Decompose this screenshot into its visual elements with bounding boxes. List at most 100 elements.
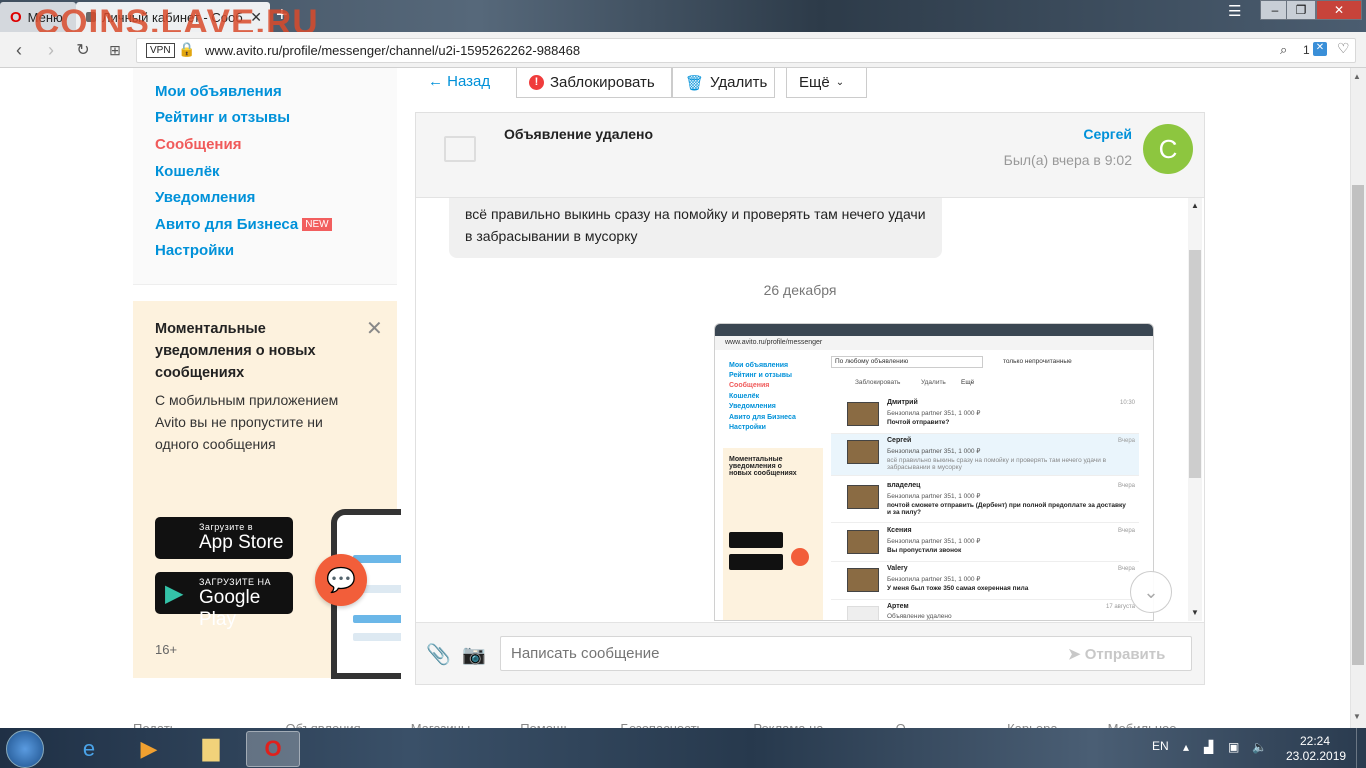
footer-link[interactable]: Безопасность [620, 721, 703, 728]
sidebar-item-business[interactable]: Авито для Бизнеса NEW [155, 216, 332, 233]
preview-appstore [729, 532, 783, 548]
clock[interactable]: 22:24 23.02.2019 [1286, 734, 1346, 764]
tray-arrow-icon[interactable]: ▴ [1183, 740, 1189, 754]
adblock-icon[interactable]: ✕ [1313, 42, 1327, 56]
preview-row-line1: Бензопила partner 351, 1 000 ₽ [887, 448, 981, 455]
chat-scroll-up-icon[interactable]: ▲ [1191, 201, 1199, 210]
preview-row-line2: всё правильно выкинь сразу на помойку и … [887, 457, 1107, 471]
preview-thumb [847, 606, 879, 620]
delete-button[interactable]: 🗑 Удалить [672, 68, 775, 98]
promo-text: С мобильным приложением Avito вы не проп… [155, 392, 339, 452]
send-icon: ➤ [1068, 646, 1081, 663]
preview-row-line2: Почтой отправите? [887, 419, 950, 426]
sidebar-item-settings[interactable]: Настройки [155, 242, 234, 259]
preview-row-line1: Бензопила partner 351, 1 000 ₽ [887, 410, 981, 417]
sidebar-item-messages[interactable]: Сообщения [155, 136, 241, 153]
preview-row-time: Вчера [1118, 438, 1135, 444]
message-bubble: всё правильно выкинь сразу на помойку и … [449, 198, 942, 258]
preview-row-line1: Бензопила partner 351, 1 000 ₽ [887, 538, 981, 545]
item-placeholder-icon [444, 136, 476, 162]
promo-title: Моментальные уведомления о новых сообщен… [155, 321, 316, 381]
googleplay-button[interactable]: ▶ ЗАГРУЗИТЕ НА Google Play [155, 572, 293, 630]
preview-row-line1: Бензопила partner 351, 1 000 ₽ [887, 576, 981, 583]
page-scroll-thumb[interactable] [1352, 185, 1364, 665]
footer-link[interactable]: Мобильное приложение [1108, 721, 1233, 728]
forward-nav-button[interactable]: › [40, 40, 62, 61]
back-link[interactable]: ← Назад [428, 73, 490, 90]
preview-row: Сергей Бензопила partner 351, 1 000 ₽ вс… [831, 434, 1139, 476]
appstore-small-label: Загрузите в [199, 522, 254, 532]
browser-menu-icon[interactable]: ☰ [1228, 2, 1241, 20]
preview-row-time: Вчера [1118, 566, 1135, 572]
sidebar-item-business-label: Авито для Бизнеса [155, 216, 299, 233]
promo-close-icon[interactable]: ✕ [366, 316, 383, 341]
appstore-button[interactable]: Загрузите в App Store [155, 517, 293, 559]
more-label: Ещё [799, 74, 830, 91]
explorer-taskbar-icon[interactable]: ▇ [184, 731, 238, 767]
show-desktop-button[interactable] [1356, 728, 1366, 768]
preview-row: Дмитрий Бензопила partner 351, 1 000 ₽ П… [831, 396, 1139, 434]
language-indicator[interactable]: EN [1152, 739, 1169, 753]
footer-link[interactable]: Объявления [285, 721, 360, 728]
lock-icon[interactable]: 🔒 [178, 41, 195, 58]
googleplay-small-label: ЗАГРУЗИТЕ НА [199, 577, 272, 587]
preview-promo: Моментальные уведомления о новых сообщен… [723, 448, 823, 620]
user-name-link[interactable]: Сергей [1040, 126, 1132, 142]
footer-link[interactable]: Карьера [1007, 721, 1058, 728]
item-title: Объявление удалено [504, 126, 653, 142]
preview-row-name: владелец [887, 482, 921, 489]
sidebar-item-my-ads[interactable]: Мои объявления [155, 83, 282, 100]
footer-link[interactable]: Подать объявление [133, 721, 235, 728]
media-player-taskbar-icon[interactable]: ▶ [122, 731, 176, 767]
delete-label: Удалить [710, 74, 768, 91]
signal-icon[interactable]: ▟ [1204, 740, 1213, 754]
footer-link[interactable]: Реклама на сайте [753, 721, 845, 728]
sidebar-item-wallet[interactable]: Кошелёк [155, 163, 220, 180]
footer-link[interactable]: Магазины [411, 721, 471, 728]
message-image[interactable]: www.avito.ru/profile/messenger Мои объяв… [714, 323, 1154, 621]
chat-scroll-thumb[interactable] [1189, 250, 1201, 478]
vpn-badge[interactable]: VPN [146, 43, 175, 58]
age-rating: 16+ [155, 642, 178, 657]
back-nav-button[interactable]: ‹ [8, 40, 30, 61]
scroll-to-bottom-button[interactable]: ⌄ [1130, 571, 1172, 613]
opera-taskbar-icon[interactable]: O [246, 731, 300, 767]
sidebar-item-rating[interactable]: Рейтинг и отзывы [155, 109, 290, 126]
block-button[interactable]: ! Заблокировать [516, 68, 672, 98]
preview-promo-title: Моментальные уведомления о новых сообщен… [729, 456, 797, 477]
send-button[interactable]: ➤ Отправить [1068, 645, 1165, 663]
preview-side-item: Настройки [729, 424, 766, 431]
footer-link[interactable]: Помощь [520, 721, 570, 728]
speed-dial-icon[interactable]: ⊞ [104, 42, 126, 59]
heart-icon[interactable]: ♡ [1337, 40, 1350, 57]
ie-taskbar-icon[interactable]: e [62, 731, 116, 767]
network-icon[interactable]: ▣ [1228, 740, 1239, 754]
last-seen: Был(а) вчера в 9:02 [1003, 152, 1132, 168]
preview-row: Valery Бензопила partner 351, 1 000 ₽ У … [831, 562, 1139, 600]
chat-scroll-down-icon[interactable]: ▼ [1191, 608, 1199, 617]
preview-row: Ксения Бензопила partner 351, 1 000 ₽ Вы… [831, 524, 1139, 562]
close-window-button[interactable]: ✕ [1316, 0, 1362, 20]
paperclip-icon[interactable]: 📎 [426, 642, 451, 667]
preview-row-time: 10:30 [1119, 400, 1135, 406]
sidebar-item-notifications[interactable]: Уведомления [155, 189, 255, 206]
volume-icon[interactable]: 🔈 [1252, 740, 1267, 754]
maximize-button[interactable]: ❐ [1286, 0, 1316, 20]
clock-time: 22:24 [1299, 734, 1331, 748]
more-button[interactable]: Ещё ⌄ [786, 68, 867, 98]
scroll-down-icon[interactable]: ▼ [1353, 712, 1361, 721]
scroll-up-icon[interactable]: ▲ [1353, 72, 1361, 81]
camera-icon[interactable]: 📷 [462, 643, 486, 667]
opera-icon: O [10, 8, 22, 26]
url-text[interactable]: www.avito.ru/profile/messenger/channel/u… [205, 43, 580, 58]
preview-thumb [847, 530, 879, 554]
footer-link[interactable]: О компании [896, 721, 957, 728]
start-button[interactable] [6, 730, 44, 768]
preview-thumb [847, 440, 879, 464]
preview-row-name: Сергей [887, 437, 912, 444]
search-icon[interactable]: ⌕ [1280, 42, 1287, 58]
reload-button[interactable]: ↻ [72, 40, 94, 60]
avatar[interactable]: С [1143, 124, 1193, 174]
preview-row-name: Valery [887, 565, 908, 572]
preview-row: Артем Объявление удалено 17 августа [831, 600, 1139, 620]
